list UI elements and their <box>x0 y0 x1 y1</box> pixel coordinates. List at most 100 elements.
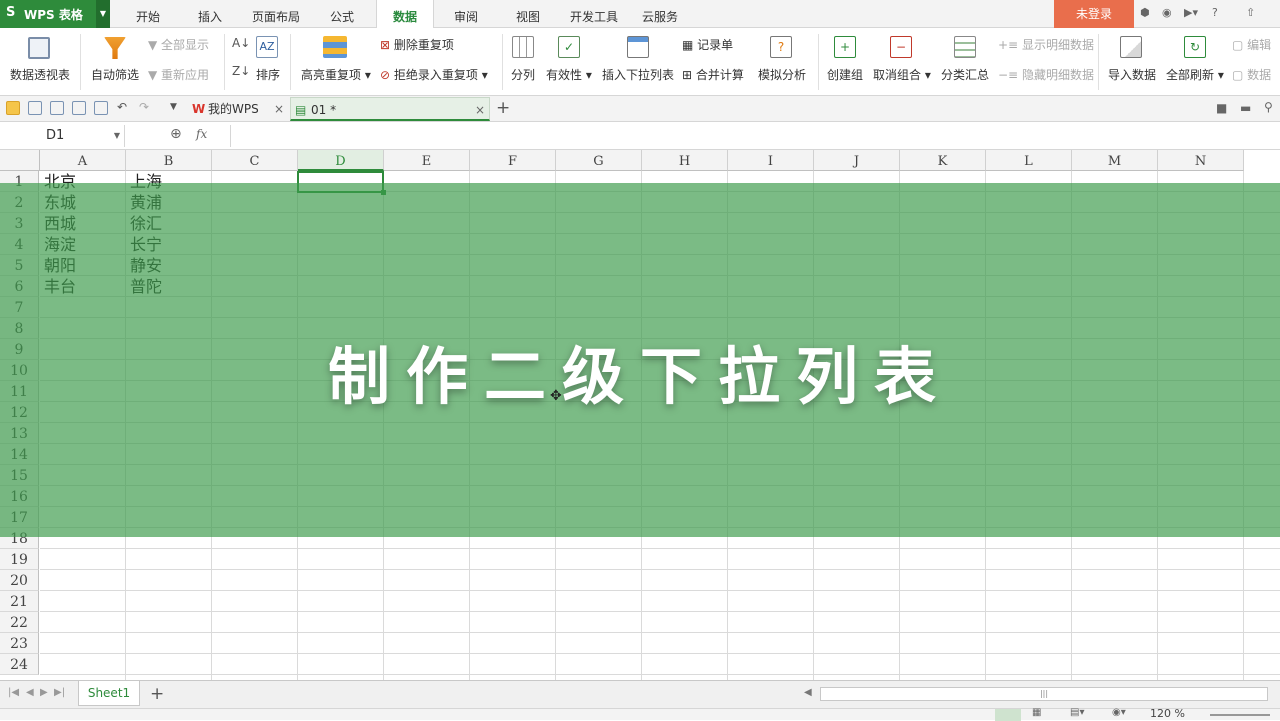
login-button[interactable]: 未登录 <box>1054 0 1134 28</box>
column-header-n[interactable]: N <box>1158 150 1244 171</box>
help-icon[interactable]: ? <box>1212 6 1218 19</box>
horizontal-scrollbar[interactable]: ||| <box>820 687 1268 701</box>
select-all-corner[interactable] <box>0 150 40 171</box>
insert-dropdown-list-button[interactable]: 插入下拉列表 <box>602 66 674 83</box>
page-break-icon[interactable]: ▤▾ <box>1070 707 1084 718</box>
refresh-all-button[interactable]: 全部刷新 ▾ <box>1166 66 1224 83</box>
sort-ascending-icon[interactable]: A↓ <box>232 36 250 50</box>
print-icon[interactable] <box>72 101 86 115</box>
present-icon[interactable]: ■ <box>1216 101 1227 115</box>
column-header-a[interactable]: A <box>40 150 126 171</box>
name-box[interactable]: D1 ▼ <box>0 125 125 147</box>
menu-data[interactable]: 数据 <box>376 0 434 29</box>
page-layout-icon[interactable]: ▦ <box>1032 707 1041 718</box>
chevron-down-icon[interactable]: ▼ <box>96 0 110 28</box>
column-header-g[interactable]: G <box>556 150 642 171</box>
export-pdf-icon[interactable] <box>50 101 64 115</box>
autofilter-button[interactable]: 自动筛选 <box>91 66 139 83</box>
show-all-button[interactable]: ▼ 全部显示 <box>148 36 209 53</box>
zoom-slider[interactable] <box>1210 714 1270 716</box>
ungroup-button[interactable]: 取消组合 ▾ <box>873 66 931 83</box>
save-icon[interactable] <box>28 101 42 115</box>
reject-duplicates-button[interactable]: ⊘ 拒绝录入重复项 ▾ <box>380 66 488 83</box>
search-icon[interactable]: ⚲ <box>1264 100 1273 114</box>
menu-developer[interactable]: 开发工具 <box>564 0 624 28</box>
zoom-level[interactable]: 120 % <box>1150 707 1185 720</box>
edit-button[interactable]: ▢ 编辑 <box>1232 36 1271 53</box>
tab-my-wps[interactable]: W 我的WPS × <box>188 97 288 121</box>
menu-formula[interactable]: 公式 <box>318 0 366 28</box>
normal-view-icon[interactable] <box>995 709 1021 721</box>
open-folder-icon[interactable] <box>6 101 20 115</box>
add-sheet-icon[interactable]: + <box>150 684 164 704</box>
highlight-duplicates-button[interactable]: 高亮重复项 ▾ <box>301 66 371 83</box>
split-column-button[interactable]: 分列 <box>511 66 535 83</box>
pivot-table-button[interactable]: 数据透视表 <box>10 66 70 83</box>
wps-logo-button[interactable]: S WPS 表格 ▼ <box>0 0 110 28</box>
sheet-tab-sheet1[interactable]: Sheet1 <box>78 681 140 706</box>
hide-detail-button[interactable]: −≡ 隐藏明细数据 <box>998 66 1094 83</box>
new-tab-icon[interactable]: + <box>496 98 510 118</box>
scroll-left-icon[interactable]: ◀ <box>804 687 812 698</box>
reapply-button[interactable]: ▼ 重新应用 <box>148 66 209 83</box>
eye-icon[interactable]: ◉▾ <box>1112 707 1126 718</box>
column-header-l[interactable]: L <box>986 150 1072 171</box>
minimize-ribbon-icon[interactable]: ▬ <box>1240 101 1251 115</box>
column-header-c[interactable]: C <box>212 150 298 171</box>
tab-document-01[interactable]: ▤ 01 * × <box>290 97 490 121</box>
row-header-20[interactable]: 20 <box>0 570 39 591</box>
close-icon[interactable]: × <box>274 97 284 121</box>
menu-page-layout[interactable]: 页面布局 <box>246 0 306 28</box>
column-header-m[interactable]: M <box>1072 150 1158 171</box>
validity-button[interactable]: 有效性 ▾ <box>546 66 592 83</box>
restore-icon[interactable]: ⇧ <box>1246 6 1255 19</box>
chevron-down-icon[interactable]: ▼ <box>114 125 120 147</box>
fx-icon[interactable]: fx <box>196 127 207 141</box>
first-sheet-icon[interactable]: |◀ <box>8 687 19 698</box>
remove-duplicates-button[interactable]: ⊠ 删除重复项 <box>380 36 454 53</box>
print-preview-icon[interactable] <box>94 101 108 115</box>
menu-review[interactable]: 审阅 <box>442 0 490 28</box>
consolidate-button[interactable]: ⊞ 合并计算 <box>682 66 744 83</box>
column-header-f[interactable]: F <box>470 150 556 171</box>
data-more-button[interactable]: ▢ 数据 <box>1232 66 1271 83</box>
column-header-d[interactable]: D <box>298 150 384 171</box>
formula-input[interactable] <box>230 125 1278 147</box>
prev-sheet-icon[interactable]: ◀ <box>26 687 34 698</box>
sort-button[interactable]: 排序 <box>256 66 280 83</box>
row-header-19[interactable]: 19 <box>0 549 39 570</box>
next-sheet-icon[interactable]: ▶ <box>40 687 48 698</box>
customize-quick-access-icon[interactable]: ▼ <box>170 102 177 112</box>
undo-icon[interactable]: ↶ <box>117 100 127 114</box>
create-group-button[interactable]: 创建组 <box>827 66 863 83</box>
column-header-i[interactable]: I <box>728 150 814 171</box>
column-header-b[interactable]: B <box>126 150 212 171</box>
skin-icon[interactable]: ⬢ <box>1140 6 1150 19</box>
last-sheet-icon[interactable]: ▶| <box>54 687 65 698</box>
redo-icon[interactable]: ↷ <box>139 100 149 114</box>
spreadsheet-icon: ▤ <box>295 103 307 117</box>
row-header-24[interactable]: 24 <box>0 654 39 675</box>
subtotal-button[interactable]: 分类汇总 <box>941 66 989 83</box>
column-header-j[interactable]: J <box>814 150 900 171</box>
ribbon-data: 数据透视表 自动筛选 ▼ 全部显示 ▼ 重新应用 A↓ Z↓ AZ 排序 高亮重… <box>0 28 1280 96</box>
record-form-button[interactable]: ▦ 记录单 <box>682 36 733 53</box>
close-icon[interactable]: × <box>475 98 485 122</box>
column-header-e[interactable]: E <box>384 150 470 171</box>
import-data-button[interactable]: 导入数据 <box>1108 66 1156 83</box>
row-header-23[interactable]: 23 <box>0 633 39 654</box>
column-header-h[interactable]: H <box>642 150 728 171</box>
show-detail-button[interactable]: +≡ 显示明细数据 <box>998 36 1094 53</box>
menu-home[interactable]: 开始 <box>124 0 172 28</box>
zoom-formula-icon[interactable]: ⊕ <box>170 126 182 142</box>
menu-cloud[interactable]: 云服务 <box>636 0 684 28</box>
what-if-analysis-button[interactable]: 模拟分析 <box>758 66 806 83</box>
column-header-k[interactable]: K <box>900 150 986 171</box>
menu-view[interactable]: 视图 <box>504 0 552 28</box>
row-header-22[interactable]: 22 <box>0 612 39 633</box>
feedback-icon[interactable]: ▶▾ <box>1184 6 1198 19</box>
row-header-21[interactable]: 21 <box>0 591 39 612</box>
menu-insert[interactable]: 插入 <box>186 0 234 28</box>
share-icon[interactable]: ◉ <box>1162 6 1172 19</box>
sort-descending-icon[interactable]: Z↓ <box>232 64 250 78</box>
